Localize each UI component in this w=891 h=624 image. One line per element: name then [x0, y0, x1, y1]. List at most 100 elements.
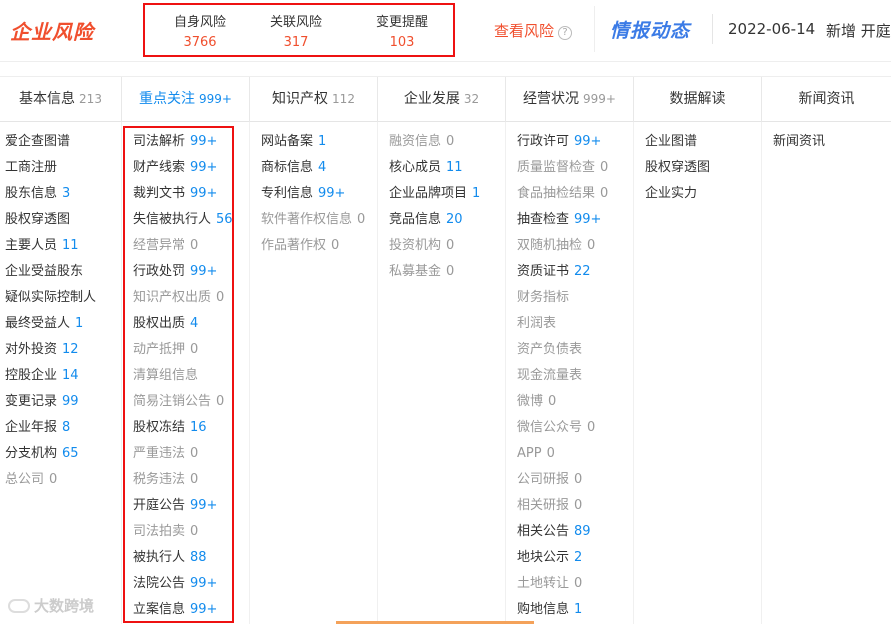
item-label: 地块公示 — [517, 550, 570, 565]
list-item[interactable]: 网站备案 1 — [261, 132, 326, 152]
list-item[interactable]: 财务指标 — [517, 288, 569, 308]
list-item[interactable]: 行政许可 99+ — [517, 132, 601, 152]
item-count: 11 — [62, 238, 79, 253]
column-data-insight: 企业图谱股权穿透图企业实力 — [634, 122, 762, 624]
list-item[interactable]: 抽查检查 99+ — [517, 210, 601, 230]
column-basic-info: 爱企查图谱 工商注册 股东信息 3 股权穿透图 主要人员 11 企业受益股东 疑似实际控制人 最终… — [0, 122, 122, 624]
change-alert[interactable]: 变更提醒 103 — [352, 11, 452, 50]
list-item[interactable]: 专利信息 99+ — [261, 184, 345, 204]
list-item[interactable]: 相关研报 0 — [517, 496, 582, 516]
list-item[interactable]: 分支机构 65 — [5, 444, 79, 464]
item-count: 0 — [587, 420, 596, 435]
item-count: 65 — [62, 446, 79, 461]
item-label: 分支机构 — [5, 446, 58, 461]
list-item[interactable]: 企业品牌项目 1 — [389, 184, 480, 204]
list-item[interactable]: 股权穿透图 — [645, 158, 710, 178]
item-label: 股权穿透图 — [645, 160, 711, 175]
list-item[interactable]: 企业受益股东 — [5, 262, 83, 282]
tab-basic-info[interactable]: 基本信息 213 — [0, 77, 122, 123]
tab-data-insight[interactable]: 数据解读 — [634, 77, 762, 123]
item-count: 99+ — [574, 134, 602, 149]
list-item[interactable]: 商标信息 4 — [261, 158, 326, 178]
item-count: 0 — [600, 186, 609, 201]
tab-ip[interactable]: 知识产权 112 — [250, 77, 378, 123]
list-item[interactable]: 资产负债表 — [517, 340, 582, 360]
item-label: 微博 — [517, 394, 544, 409]
list-item[interactable]: 微博 0 — [517, 392, 556, 412]
intel-date: 2022-06-14 — [728, 20, 816, 38]
list-item[interactable]: 微信公众号 0 — [517, 418, 595, 438]
tab-news[interactable]: 新闻资讯 — [762, 77, 891, 123]
list-item[interactable]: 公司研报 0 — [517, 470, 582, 490]
list-item[interactable]: 地块公示 2 — [517, 548, 582, 568]
list-item[interactable]: 企业年报 8 — [5, 418, 70, 438]
list-item[interactable]: 对外投资 12 — [5, 340, 79, 360]
list-item[interactable]: 竞品信息 20 — [389, 210, 463, 230]
list-item[interactable]: 资质证书 22 — [517, 262, 591, 282]
list-item[interactable]: 软件著作权信息 0 — [261, 210, 365, 230]
list-item[interactable]: 疑似实际控制人 — [5, 288, 96, 308]
list-item[interactable]: 变更记录 99 — [5, 392, 79, 412]
item-count: 0 — [357, 212, 366, 227]
list-item[interactable]: 总公司 0 — [5, 470, 57, 490]
list-item[interactable]: 相关公告 89 — [517, 522, 591, 542]
item-label: 资质证书 — [517, 264, 570, 279]
tab-operations[interactable]: 经营状况 999+ — [506, 77, 634, 123]
item-count: 12 — [62, 342, 79, 357]
item-label: 对外投资 — [5, 342, 58, 357]
risk-summary-box: 自身风险 3766 关联风险 317 变更提醒 103 — [143, 3, 455, 57]
list-item[interactable]: 主要人员 11 — [5, 236, 79, 256]
list-item[interactable]: 核心成员 11 — [389, 158, 463, 178]
tab-count: 999+ — [199, 92, 232, 106]
list-item[interactable]: 股权穿透图 — [5, 210, 70, 230]
tab-development[interactable]: 企业发展 32 — [378, 77, 506, 123]
item-count: 0 — [331, 238, 340, 253]
list-item[interactable]: 投资机构 0 — [389, 236, 454, 256]
item-label: 相关研报 — [517, 498, 570, 513]
related-risk[interactable]: 关联风险 317 — [246, 11, 346, 50]
item-label: 竞品信息 — [389, 212, 442, 227]
item-label: 抽查检查 — [517, 212, 570, 227]
item-count: 99+ — [318, 186, 346, 201]
item-label: 爱企查图谱 — [5, 134, 71, 149]
tab-label: 新闻资讯 — [798, 91, 855, 107]
item-label: 土地转让 — [517, 576, 570, 591]
item-label: 最终受益人 — [5, 316, 71, 331]
view-risk-link[interactable]: 查看风险? — [494, 20, 573, 41]
list-item[interactable]: 利润表 — [517, 314, 556, 334]
list-item[interactable]: 股东信息 3 — [5, 184, 70, 204]
list-item[interactable]: 食品抽检结果 0 — [517, 184, 608, 204]
list-item[interactable]: 购地信息 1 — [517, 600, 582, 620]
list-item[interactable]: 双随机抽检 0 — [517, 236, 595, 256]
tab-key-focus[interactable]: 重点关注 999+ — [122, 77, 250, 123]
item-count: 0 — [548, 394, 557, 409]
list-item[interactable]: 现金流量表 — [517, 366, 582, 386]
list-item[interactable]: 土地转让 0 — [517, 574, 582, 594]
tab-label: 知识产权 — [272, 91, 329, 107]
list-item[interactable]: 融资信息 0 — [389, 132, 454, 152]
list-item[interactable]: 最终受益人 1 — [5, 314, 83, 334]
item-count: 0 — [587, 238, 596, 253]
list-item[interactable]: APP 0 — [517, 444, 555, 464]
self-risk-count: 3766 — [183, 35, 217, 50]
list-item[interactable]: 企业图谱 — [645, 132, 697, 152]
list-item[interactable]: 作品著作权 0 — [261, 236, 339, 256]
list-item[interactable]: 新闻资讯 — [773, 132, 825, 152]
list-item[interactable]: 工商注册 — [5, 158, 57, 178]
view-risk-label: 查看风险 — [494, 22, 555, 40]
self-risk[interactable]: 自身风险 3766 — [150, 11, 250, 50]
list-item[interactable]: 控股企业 14 — [5, 366, 79, 386]
item-label: APP — [517, 446, 542, 461]
list-item[interactable]: 质量监督检查 0 — [517, 158, 608, 178]
item-label: 融资信息 — [389, 134, 442, 149]
item-label: 软件著作权信息 — [261, 212, 353, 227]
help-icon[interactable]: ? — [558, 26, 573, 40]
item-label: 食品抽检结果 — [517, 186, 596, 201]
intel-new-item[interactable]: 新增 开庭 — [826, 20, 891, 41]
item-label: 商标信息 — [261, 160, 314, 175]
item-count: 22 — [574, 264, 591, 279]
change-alert-count: 103 — [389, 35, 415, 50]
list-item[interactable]: 私募基金 0 — [389, 262, 454, 282]
list-item[interactable]: 爱企查图谱 — [5, 132, 70, 152]
list-item[interactable]: 企业实力 — [645, 184, 697, 204]
